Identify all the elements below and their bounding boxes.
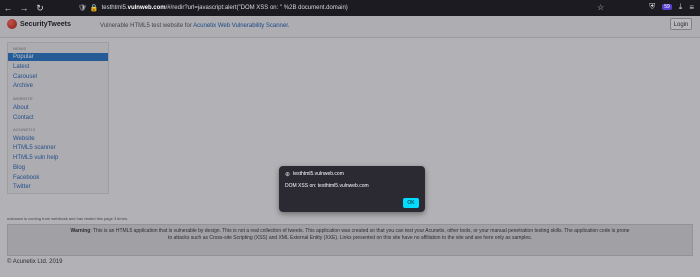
reload-icon[interactable]: ↻ bbox=[32, 0, 48, 16]
extension-badge[interactable]: 59 bbox=[662, 4, 672, 10]
back-icon[interactable]: ← bbox=[0, 0, 16, 16]
address-bar[interactable]: 🛡 🔒 testhtml5.vulnweb.com/#/redir?url=ja… bbox=[78, 2, 588, 14]
dialog-message: DOM XSS on: testhtml5.vulnweb.com bbox=[285, 183, 369, 189]
browser-toolbar: ← → ↻ 🛡 🔒 testhtml5.vulnweb.com/#/redir?… bbox=[0, 0, 700, 16]
forward-icon[interactable]: → bbox=[16, 0, 32, 16]
url-text[interactable]: testhtml5.vulnweb.com/#/redir?url=javasc… bbox=[102, 5, 348, 11]
download-icon[interactable]: ⤓ bbox=[679, 2, 683, 12]
ok-button[interactable]: OK bbox=[403, 198, 419, 208]
modal-overlay bbox=[0, 16, 700, 277]
dialog-origin: testhtml5.vulnweb.com bbox=[293, 171, 344, 177]
alert-dialog: ⊕ testhtml5.vulnweb.com DOM XSS on: test… bbox=[279, 166, 425, 212]
shield-icon[interactable]: ⛨ bbox=[649, 2, 655, 12]
tracking-shield-icon[interactable]: 🛡 bbox=[78, 4, 87, 12]
globe-icon: ⊕ bbox=[285, 172, 291, 178]
lock-icon[interactable]: 🔒 bbox=[90, 4, 99, 12]
menu-icon[interactable]: ≡ bbox=[689, 3, 694, 12]
bookmark-star-icon[interactable]: ☆ bbox=[597, 3, 604, 12]
